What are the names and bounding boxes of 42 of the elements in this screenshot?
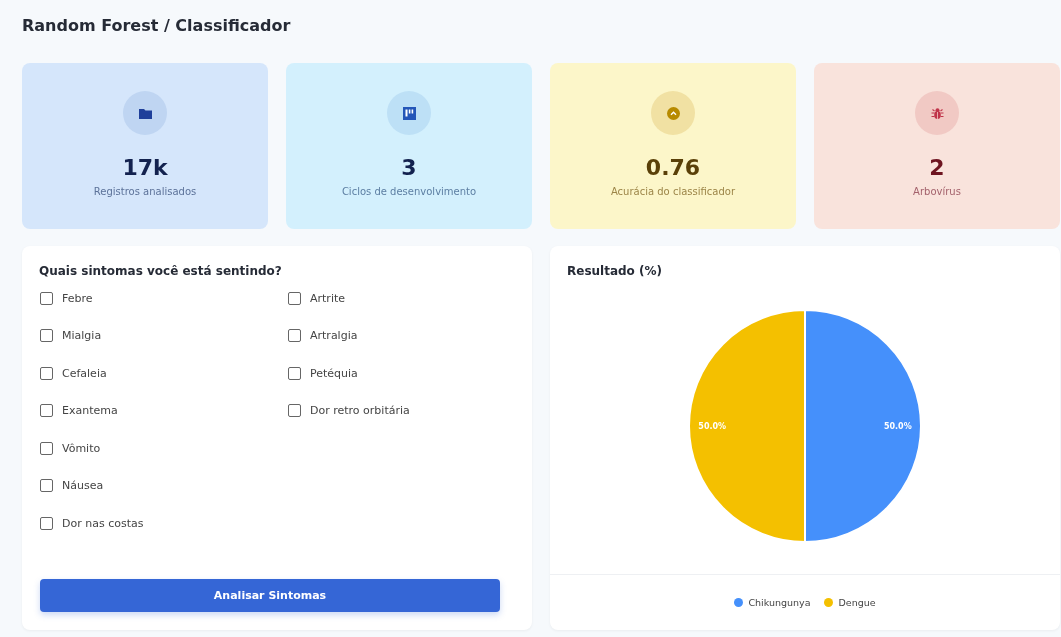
stat-label: Ciclos de desenvolvimento — [341, 186, 477, 197]
panel-title: Quais sintomas você está sentindo? — [39, 264, 283, 278]
checkbox-label: Dor retro orbitária — [310, 404, 410, 418]
checkbox[interactable] — [288, 329, 301, 343]
checkbox[interactable] — [40, 479, 53, 493]
stat-value: 2 — [929, 155, 945, 180]
stat-label: Acurácia do classificador — [610, 186, 736, 197]
checkbox-label: Exantema — [62, 404, 118, 418]
checkbox[interactable] — [40, 329, 53, 343]
stat-value: 0.76 — [645, 155, 701, 180]
checkbox-label: Náusea — [62, 479, 104, 493]
checkbox[interactable] — [40, 366, 53, 380]
analyze-button[interactable]: Analisar Sintomas — [40, 579, 500, 612]
stat-value: 3 — [401, 155, 417, 180]
checkbox-label: Febre — [62, 291, 93, 305]
slice-label: 50.0% — [698, 422, 727, 431]
checkbox[interactable] — [288, 404, 301, 418]
checkbox[interactable] — [40, 291, 53, 305]
checkbox-label: Petéquia — [310, 366, 358, 380]
checkbox-label: Artrite — [310, 291, 346, 305]
stat-value: 17k — [122, 155, 168, 180]
checkbox-label: Dor nas costas — [62, 517, 144, 531]
chevron-up-circle-icon — [666, 106, 680, 120]
legend-label: Dengue — [838, 597, 876, 608]
board-icon — [402, 106, 416, 120]
checkbox[interactable] — [40, 517, 53, 531]
checkbox-label: Cefaleia — [62, 366, 107, 380]
slice-label: 50.0% — [883, 422, 912, 431]
panel-title: Resultado (%) — [567, 264, 663, 278]
checkbox[interactable] — [288, 291, 301, 305]
bug-icon — [930, 106, 944, 120]
page-title: Random Forest / Classificador — [22, 15, 292, 37]
checkbox-label: Mialgia — [62, 329, 102, 343]
folder-icon — [138, 107, 152, 119]
checkbox[interactable] — [288, 366, 301, 380]
stat-label: Registros analisados — [93, 186, 197, 197]
checkbox-label: Vômito — [62, 441, 101, 455]
stat-label: Arbovírus — [913, 186, 961, 197]
checkbox-label: Artralgia — [310, 329, 358, 343]
legend-label: Chikungunya — [748, 597, 811, 608]
checkbox[interactable] — [40, 441, 53, 455]
checkbox[interactable] — [40, 404, 53, 418]
